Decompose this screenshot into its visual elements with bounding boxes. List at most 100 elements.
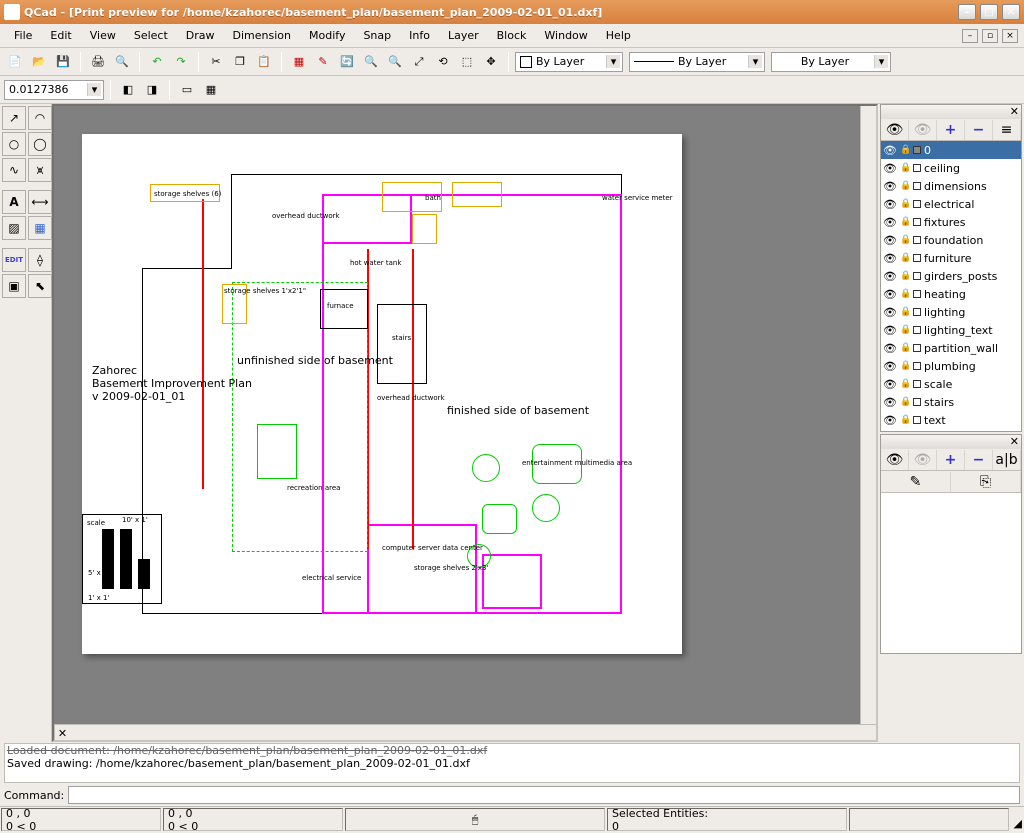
- layer-hide-all-icon[interactable]: 👁: [909, 120, 937, 140]
- menu-select[interactable]: Select: [126, 27, 176, 44]
- zoom-window-icon[interactable]: ⬚: [456, 51, 478, 73]
- menu-help[interactable]: Help: [598, 27, 639, 44]
- lock-icon[interactable]: 🔒: [900, 307, 910, 317]
- zoom-in-icon[interactable]: 🔍: [360, 51, 382, 73]
- lock-icon[interactable]: 🔒: [900, 361, 910, 371]
- layer-row[interactable]: 👁🔒heating: [881, 285, 1021, 303]
- copy-icon[interactable]: ❐: [229, 51, 251, 73]
- eye-icon[interactable]: 👁: [883, 198, 897, 211]
- lock-icon[interactable]: 🔒: [900, 181, 910, 191]
- eye-icon[interactable]: 👁: [883, 360, 897, 373]
- bw-toggle-icon[interactable]: ◧: [117, 79, 139, 101]
- center-page-icon[interactable]: ▭: [176, 79, 198, 101]
- zoom-auto-icon[interactable]: ⤢: [408, 51, 430, 73]
- lock-icon[interactable]: 🔒: [900, 289, 910, 299]
- tool-select-icon[interactable]: ⬉: [28, 274, 52, 298]
- tool-edit-icon[interactable]: EDIT: [2, 248, 26, 272]
- layer-row[interactable]: 👁🔒partition_wall: [881, 339, 1021, 357]
- layer-list[interactable]: 👁🔒0👁🔒ceiling👁🔒dimensions👁🔒electrical👁🔒fi…: [881, 141, 1021, 431]
- eye-icon[interactable]: 👁: [883, 306, 897, 319]
- linetype-combo[interactable]: By Layer▾: [771, 52, 891, 72]
- layer-row[interactable]: 👁🔒lighting_text: [881, 321, 1021, 339]
- print-preview-icon[interactable]: 🔍: [111, 51, 133, 73]
- mdi-close-button[interactable]: ×: [1002, 29, 1018, 43]
- color-combo[interactable]: By Layer▾: [515, 52, 623, 72]
- fit-page-icon[interactable]: ▦: [200, 79, 222, 101]
- tool-spline-icon[interactable]: ∿: [2, 158, 26, 182]
- close-button[interactable]: ✕: [1002, 4, 1020, 20]
- layer-row[interactable]: 👁🔒foundation: [881, 231, 1021, 249]
- tool-block-icon[interactable]: ▣: [2, 274, 26, 298]
- block-list[interactable]: [881, 493, 1021, 653]
- layer-row[interactable]: 👁🔒ceiling: [881, 159, 1021, 177]
- eye-icon[interactable]: 👁: [883, 216, 897, 229]
- eye-icon[interactable]: 👁: [883, 396, 897, 409]
- lock-icon[interactable]: 🔒: [900, 397, 910, 407]
- menu-window[interactable]: Window: [536, 27, 595, 44]
- layer-row[interactable]: 👁🔒dimensions: [881, 177, 1021, 195]
- print-icon[interactable]: 🖨: [87, 51, 109, 73]
- layer-row[interactable]: 👁🔒scale: [881, 375, 1021, 393]
- paste-icon[interactable]: 📋: [253, 51, 275, 73]
- zoom-previous-icon[interactable]: ⟲: [432, 51, 454, 73]
- grid-icon[interactable]: ▦: [288, 51, 310, 73]
- menu-dimension[interactable]: Dimension: [225, 27, 299, 44]
- layer-row[interactable]: 👁🔒fixtures: [881, 213, 1021, 231]
- command-input[interactable]: [68, 786, 1020, 804]
- layer-row[interactable]: 👁🔒text: [881, 411, 1021, 429]
- menu-modify[interactable]: Modify: [301, 27, 353, 44]
- menu-view[interactable]: View: [82, 27, 124, 44]
- lock-icon[interactable]: 🔒: [900, 325, 910, 335]
- lock-icon[interactable]: 🔒: [900, 199, 910, 209]
- new-file-icon[interactable]: 📄: [4, 51, 26, 73]
- tool-dimension-icon[interactable]: ⟷: [28, 190, 52, 214]
- cut-icon[interactable]: ✂: [205, 51, 227, 73]
- layer-edit-icon[interactable]: ≡: [993, 120, 1021, 140]
- undo-icon[interactable]: ↶: [146, 51, 168, 73]
- layer-remove-icon[interactable]: −: [965, 120, 993, 140]
- lock-icon[interactable]: 🔒: [900, 415, 910, 425]
- layer-add-icon[interactable]: +: [937, 120, 965, 140]
- tool-text-icon[interactable]: A: [2, 190, 26, 214]
- lock-icon[interactable]: 🔒: [900, 343, 910, 353]
- menu-block[interactable]: Block: [489, 27, 535, 44]
- menu-file[interactable]: File: [6, 27, 40, 44]
- tool-measure-icon[interactable]: ⟠: [28, 248, 52, 272]
- eye-icon[interactable]: 👁: [883, 180, 897, 193]
- eye-icon[interactable]: 👁: [883, 270, 897, 283]
- canvas-viewport[interactable]: ZahorecBasement Improvement Planv 2009-0…: [54, 106, 876, 724]
- layer-row[interactable]: 👁🔒girders_posts: [881, 267, 1021, 285]
- mdi-minimize-button[interactable]: –: [962, 29, 978, 43]
- block-panel-close-icon[interactable]: ✕: [1010, 435, 1019, 449]
- tool-hatch-icon[interactable]: ▨: [2, 216, 26, 240]
- menu-edit[interactable]: Edit: [42, 27, 79, 44]
- eye-icon[interactable]: 👁: [883, 162, 897, 175]
- menu-info[interactable]: Info: [401, 27, 438, 44]
- linewidth-combo[interactable]: By Layer▾: [629, 52, 765, 72]
- invert-icon[interactable]: ◨: [141, 79, 163, 101]
- redo-icon[interactable]: ↷: [170, 51, 192, 73]
- eye-icon[interactable]: 👁: [883, 324, 897, 337]
- vertical-scrollbar[interactable]: [860, 106, 876, 724]
- block-hide-all-icon[interactable]: 👁: [909, 450, 937, 470]
- block-add-icon[interactable]: +: [937, 450, 965, 470]
- menu-layer[interactable]: Layer: [440, 27, 487, 44]
- eye-icon[interactable]: 👁: [883, 342, 897, 355]
- tool-ellipse-icon[interactable]: ◯: [28, 132, 52, 156]
- zoom-pan-icon[interactable]: ✥: [480, 51, 502, 73]
- lock-icon[interactable]: 🔒: [900, 271, 910, 281]
- minimize-button[interactable]: –: [958, 4, 976, 20]
- zoom-out-icon[interactable]: 🔍: [384, 51, 406, 73]
- mdi-restore-button[interactable]: ▫: [982, 29, 998, 43]
- layer-show-all-icon[interactable]: 👁: [881, 120, 909, 140]
- layer-row[interactable]: 👁🔒stairs: [881, 393, 1021, 411]
- tool-polyline-icon[interactable]: ⩙: [28, 158, 52, 182]
- hscroll-handle-icon[interactable]: ✕: [54, 725, 70, 741]
- layer-row[interactable]: 👁🔒0: [881, 141, 1021, 159]
- layer-row[interactable]: 👁🔒lighting: [881, 303, 1021, 321]
- layer-row[interactable]: 👁🔒electrical: [881, 195, 1021, 213]
- menu-draw[interactable]: Draw: [178, 27, 223, 44]
- zoom-redraw-icon[interactable]: 🔄: [336, 51, 358, 73]
- resize-grip-icon[interactable]: ◢: [1010, 807, 1024, 832]
- eye-icon[interactable]: 👁: [883, 414, 897, 427]
